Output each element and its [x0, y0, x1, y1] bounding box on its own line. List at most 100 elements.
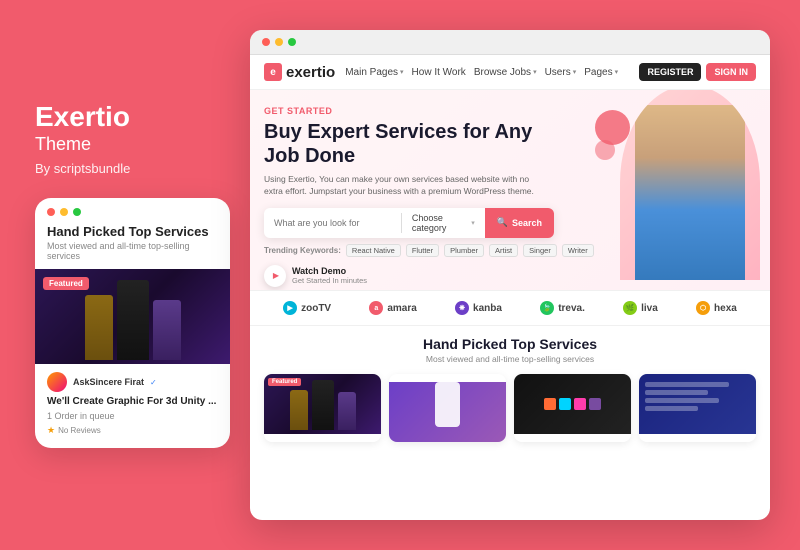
logo-text: exertio — [286, 64, 335, 81]
section-title: Hand Picked Top Services — [264, 336, 756, 352]
logo-zootv: ▶ zooTV — [283, 301, 331, 315]
trending-flutter[interactable]: Flutter — [406, 244, 439, 257]
browser-dot-red — [262, 38, 270, 46]
hexa-icon: ⬡ — [696, 301, 710, 315]
star-icon: ★ — [47, 425, 55, 436]
user-name: AskSincere Firat — [73, 377, 144, 387]
logo-icon: e — [264, 63, 282, 81]
order-count: 1 Order in queue — [35, 411, 230, 425]
cube-4 — [589, 398, 601, 410]
app-bar-4 — [645, 406, 698, 411]
service-card-1: Featured — [264, 374, 381, 442]
service-card-4 — [639, 374, 756, 442]
amara-label: amara — [387, 303, 416, 314]
logo-treva: 🍃 treva. — [540, 301, 585, 315]
watch-subtitle: Get Started In minutes — [292, 276, 367, 285]
figure-3 — [153, 300, 181, 360]
browser-content: e exertio Main Pages ▾ How It Work Brows… — [250, 55, 770, 515]
nav-browse-jobs[interactable]: Browse Jobs ▾ — [474, 67, 537, 78]
cube-1 — [544, 398, 556, 410]
amara-icon: a — [369, 301, 383, 315]
kanba-label: kanba — [473, 303, 502, 314]
logo-liva: 🌿 liva — [623, 301, 658, 315]
play-button[interactable]: ▶ — [264, 265, 286, 287]
avatar — [47, 372, 67, 392]
dot-yellow-icon — [60, 208, 68, 216]
search-icon: 🔍 — [497, 217, 508, 228]
phone-shape — [435, 382, 460, 427]
category-selector[interactable]: Choose category ▾ — [402, 213, 485, 233]
section-subtitle: Most viewed and all-time top-selling ser… — [264, 354, 756, 364]
nav-links[interactable]: Main Pages ▾ How It Work Browse Jobs ▾ U… — [345, 67, 629, 78]
featured-badge: Featured — [43, 277, 89, 290]
trending-plumber[interactable]: Plumber — [444, 244, 484, 257]
service-card-image-4 — [639, 374, 756, 434]
watch-demo-text: Watch Demo Get Started In minutes — [292, 266, 367, 285]
browser-dot-green — [288, 38, 296, 46]
search-bar[interactable]: Choose category ▾ 🔍 Search — [264, 208, 554, 238]
mobile-card-user: AskSincere Firat ✓ — [35, 364, 230, 396]
mobile-preview-card: Hand Picked Top Services Most viewed and… — [35, 198, 230, 448]
site-logo: e exertio — [264, 63, 335, 81]
card-figure-1c — [338, 392, 356, 430]
logo-kanba: ❋ kanba — [455, 301, 502, 315]
left-panel: Exertio Theme By scriptsbundle Hand Pick… — [35, 102, 235, 449]
mobile-card-title: Hand Picked Top Services — [35, 224, 230, 241]
service-card-3 — [514, 374, 631, 442]
service-cards-grid: Featured — [264, 374, 756, 442]
trending-label: Trending Keywords: — [264, 246, 341, 255]
cube-group — [514, 374, 631, 434]
search-button[interactable]: 🔍 Search — [485, 208, 554, 238]
card-figure-1b — [312, 380, 334, 430]
figure-2 — [117, 280, 149, 360]
logo-hexa: ⬡ hexa — [696, 301, 737, 315]
brand-name: Exertio — [35, 102, 235, 133]
hexa-label: hexa — [714, 303, 737, 314]
signin-button[interactable]: SIGN IN — [706, 63, 756, 81]
service-card-image-3 — [514, 374, 631, 434]
cube-3 — [574, 398, 586, 410]
browser-bar — [250, 30, 770, 55]
app-bar-1 — [645, 382, 729, 387]
dot-red-icon — [47, 208, 55, 216]
decorative-circle-2 — [595, 140, 615, 160]
bottom-section: Hand Picked Top Services Most viewed and… — [250, 326, 770, 450]
trending-artist[interactable]: Artist — [489, 244, 518, 257]
liva-label: liva — [641, 303, 658, 314]
nav-pages[interactable]: Pages ▾ — [584, 67, 618, 78]
trending-react-native[interactable]: React Native — [346, 244, 401, 257]
rating-text: No Reviews — [58, 426, 101, 435]
search-input[interactable] — [264, 218, 401, 228]
zootv-label: zooTV — [301, 303, 331, 314]
logo-amara: a amara — [369, 301, 416, 315]
hero-title: Buy Expert Services for Any Job Done — [264, 120, 544, 168]
card-featured-badge-1: Featured — [268, 378, 301, 386]
nav-buttons: REGISTER SIGN IN — [639, 63, 756, 81]
trending-writer[interactable]: Writer — [562, 244, 594, 257]
zootv-icon: ▶ — [283, 301, 297, 315]
card-figure-1a — [290, 390, 308, 430]
search-btn-label: Search — [512, 218, 542, 228]
nav-how-it-work[interactable]: How It Work — [412, 67, 466, 78]
service-card-image-2 — [389, 382, 506, 442]
app-bar-2 — [645, 390, 708, 395]
dot-green-icon — [73, 208, 81, 216]
kanba-icon: ❋ — [455, 301, 469, 315]
register-button[interactable]: REGISTER — [639, 63, 701, 81]
app-bar-3 — [645, 398, 719, 403]
service-card-image-1: Featured — [264, 374, 381, 434]
treva-icon: 🍃 — [540, 301, 554, 315]
app-bars — [639, 374, 756, 419]
verified-icon: ✓ — [150, 378, 157, 387]
figure-1 — [85, 295, 113, 360]
cube-2 — [559, 398, 571, 410]
service-card-2 — [389, 374, 506, 442]
nav-main-pages[interactable]: Main Pages ▾ — [345, 67, 403, 78]
site-navbar: e exertio Main Pages ▾ How It Work Brows… — [250, 55, 770, 90]
nav-users[interactable]: Users ▾ — [545, 67, 577, 78]
liva-icon: 🌿 — [623, 301, 637, 315]
mobile-card-subtitle: Most viewed and all-time top-selling ser… — [35, 241, 230, 269]
browser-window: e exertio Main Pages ▾ How It Work Brows… — [250, 30, 770, 520]
trending-singer[interactable]: Singer — [523, 244, 557, 257]
category-placeholder: Choose category — [412, 213, 467, 233]
